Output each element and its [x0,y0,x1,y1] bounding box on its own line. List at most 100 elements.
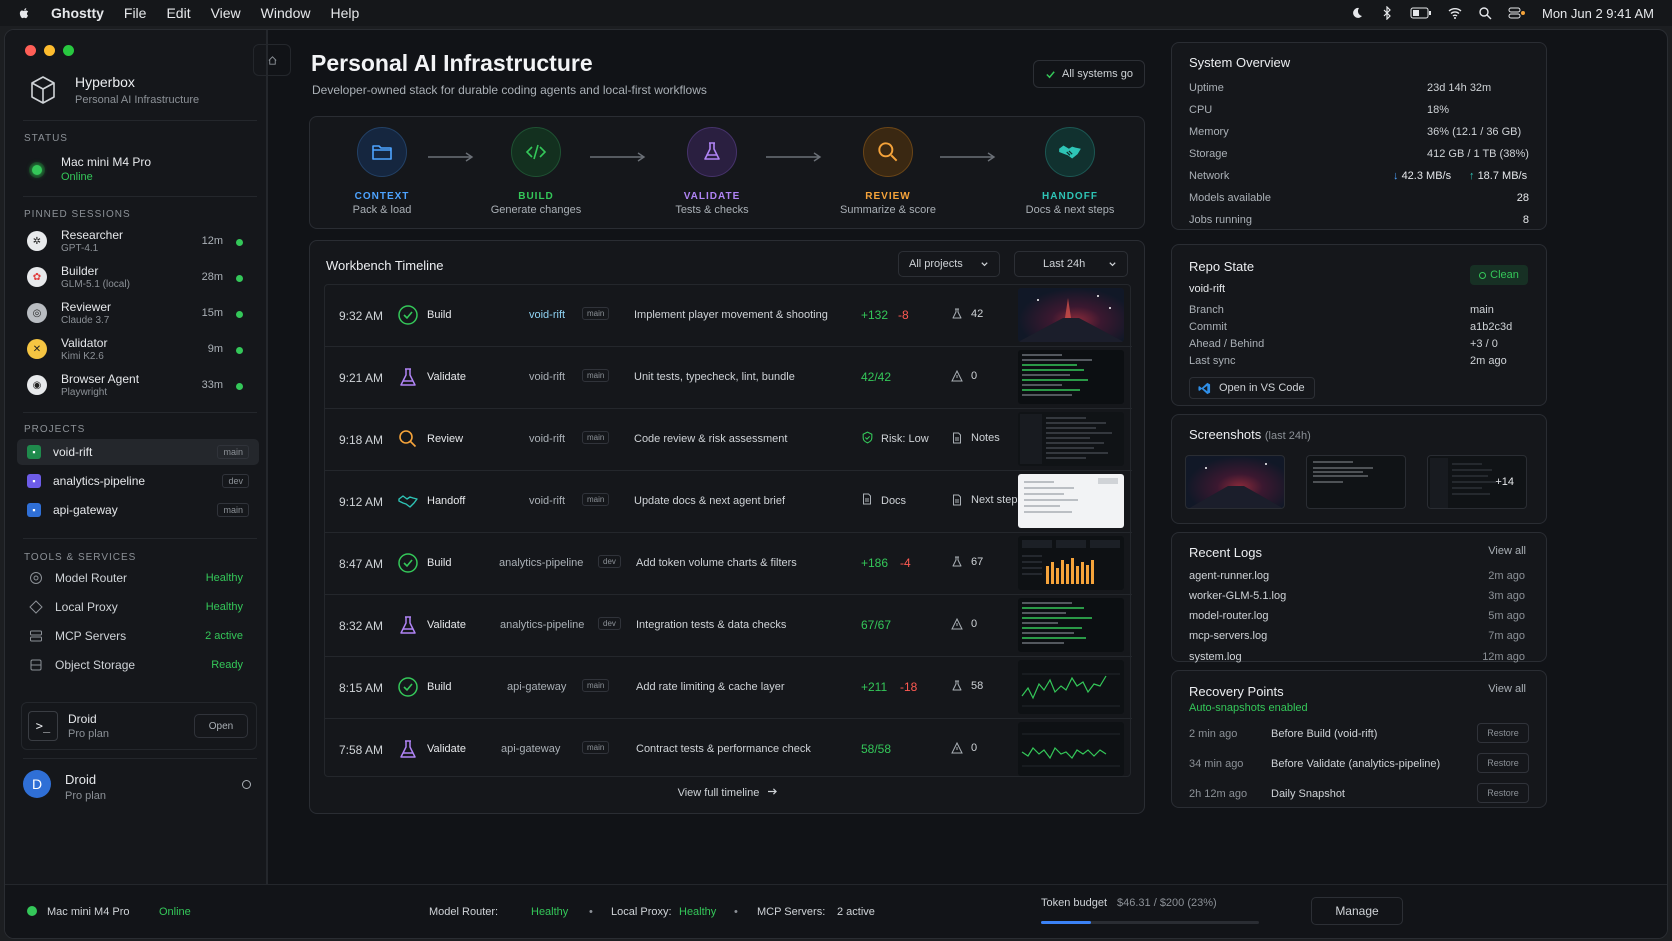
row-screenshot-thumbnail[interactable] [1018,598,1124,652]
row-screenshot-thumbnail[interactable] [1018,660,1124,714]
arrow-right-icon [590,152,646,162]
log-item[interactable]: mcp-servers.log 7m ago [1189,630,1525,642]
session-builder[interactable]: ✿ Builder GLM-5.1 (local) 28m [23,263,259,299]
row-docs-link[interactable]: Docs [881,495,906,507]
timeline-row[interactable]: 8:32 AM Validate analytics-pipeline dev … [325,595,1132,657]
timeline-row[interactable]: 9:21 AM Validate void-rift main Unit tes… [325,347,1132,409]
restore-button[interactable]: Restore [1477,753,1529,773]
page-subtitle: Developer-owned stack for durable coding… [312,83,707,97]
tool-local-proxy[interactable]: Local Proxy Healthy [23,595,259,619]
system-status-button[interactable]: All systems go [1033,60,1145,88]
row-additions: +211 [861,680,888,694]
row-repo[interactable]: analytics-pipeline [499,557,583,569]
battery-icon[interactable] [1410,7,1432,19]
document-icon [863,493,871,505]
manage-button[interactable]: Manage [1311,897,1403,925]
row-message: Update docs & next agent brief [634,495,786,507]
tool-status: 2 active [205,630,243,642]
row-repo[interactable]: analytics-pipeline [500,619,584,631]
server-icon [30,630,42,642]
row-screenshot-thumbnail[interactable] [1018,536,1124,590]
menu-app-name[interactable]: Ghostty [51,5,104,21]
project-api-gateway[interactable]: ▪ api-gateway main [17,497,259,523]
row-repo[interactable]: void-rift [529,309,565,321]
search-icon[interactable] [1478,6,1492,20]
menu-view[interactable]: View [211,5,241,21]
session-researcher[interactable]: ✲ Researcher GPT-4.1 12m [23,227,259,263]
menu-edit[interactable]: Edit [166,5,190,21]
restore-button[interactable]: Restore [1477,723,1529,743]
stage-review[interactable]: REVIEW Summarize & score [828,127,948,216]
row-next-steps-link[interactable]: Next steps [971,494,1023,506]
row-screenshot-thumbnail[interactable] [1018,722,1124,776]
stage-handoff[interactable]: HANDOFF Docs & next steps [1010,127,1130,216]
system-row-models: Models available 28 [1189,192,1529,204]
zoom-window-button[interactable] [63,45,74,56]
log-item[interactable]: system.log 12m ago [1189,651,1525,663]
apple-icon[interactable] [18,6,31,21]
stage-build[interactable]: BUILD Generate changes [476,127,596,216]
project-analytics-pipeline[interactable]: ▪ analytics-pipeline dev [17,468,259,494]
tool-mcp-servers[interactable]: MCP Servers 2 active [23,624,259,648]
stage-validate[interactable]: VALIDATE Tests & checks [652,127,772,216]
row-screenshot-thumbnail[interactable] [1018,474,1124,528]
moon-icon[interactable] [1350,6,1364,20]
token-budget-label: Token budget [1041,897,1108,909]
row-repo[interactable]: void-rift [529,495,565,507]
status-device[interactable]: Mac mini M4 Pro Online [23,150,259,192]
row-screenshot-thumbnail[interactable] [1018,412,1124,466]
session-browser-agent[interactable]: ◉ Browser Agent Playwright 33m [23,371,259,407]
logs-view-all-link[interactable]: View all [1488,545,1526,557]
session-validator[interactable]: ✕ Validator Kimi K2.6 9m [23,335,259,371]
timeline-row[interactable]: 9:32 AM Build void-rift main Implement p… [325,285,1132,347]
flask-icon [400,368,416,386]
wifi-icon[interactable] [1448,6,1462,20]
open-in-vscode-button[interactable]: Open in VS Code [1189,377,1315,399]
restore-button[interactable]: Restore [1477,783,1529,803]
timeline-row[interactable]: 9:18 AM Review void-rift main Code revie… [325,409,1132,471]
magnifier-icon [863,127,913,177]
menu-file[interactable]: File [124,5,147,21]
row-notes-link[interactable]: Notes [971,432,1000,444]
row-action: Validate [427,619,466,631]
tool-object-storage[interactable]: Object Storage Ready [23,653,259,677]
row-screenshot-thumbnail[interactable] [1018,288,1124,342]
screenshot-thumbnail[interactable] [1306,455,1406,509]
control-center-icon[interactable] [1508,6,1526,20]
row-repo[interactable]: api-gateway [501,743,560,755]
sidebar-toggle-button[interactable] [253,44,291,76]
projects-filter-dropdown[interactable]: All projects [898,251,1000,277]
project-void-rift[interactable]: ▪ void-rift main [17,439,259,465]
session-reviewer[interactable]: ◎ Reviewer Claude 3.7 15m [23,299,259,335]
log-item[interactable]: worker-GLM-5.1.log 3m ago [1189,590,1525,602]
timeline-row[interactable]: 7:58 AM Validate api-gateway main Contra… [325,719,1132,781]
timeline-row[interactable]: 9:12 AM Handoff void-rift main Update do… [325,471,1132,533]
user-account[interactable]: D Droid Pro plan [21,766,257,810]
menu-help[interactable]: Help [330,5,359,21]
open-droid-button[interactable]: Open [194,714,248,738]
stage-context[interactable]: CONTEXT Pack & load [322,127,442,216]
timeline-row[interactable]: 8:47 AM Build analytics-pipeline dev Add… [325,533,1132,595]
row-additions: +186 [861,556,889,570]
log-item[interactable]: model-router.log 5m ago [1189,610,1525,622]
row-repo[interactable]: void-rift [529,433,565,445]
menu-window[interactable]: Window [261,5,311,21]
row-repo[interactable]: void-rift [529,371,565,383]
row-repo[interactable]: api-gateway [507,681,566,693]
screenshot-thumbnail-more[interactable]: +14 [1427,455,1527,509]
bluetooth-icon[interactable] [1380,6,1394,20]
log-item[interactable]: agent-runner.log 2m ago [1189,570,1525,582]
close-window-button[interactable] [25,45,36,56]
check-circle-icon [398,677,418,697]
menu-datetime[interactable]: Mon Jun 2 9:41 AM [1542,6,1654,21]
view-full-timeline-link[interactable]: View full timeline [310,787,1146,799]
time-filter-dropdown[interactable]: Last 24h [1014,251,1128,277]
tool-model-router[interactable]: Model Router Healthy [23,566,259,590]
recovery-view-all-link[interactable]: View all [1488,683,1526,695]
status-section-label: STATUS [24,133,68,144]
statusbar-router-label: Model Router: [429,906,499,918]
screenshot-thumbnail[interactable] [1185,455,1285,509]
row-screenshot-thumbnail[interactable] [1018,350,1124,404]
minimize-window-button[interactable] [44,45,55,56]
timeline-row[interactable]: 8:15 AM Build api-gateway main Add rate … [325,657,1132,719]
